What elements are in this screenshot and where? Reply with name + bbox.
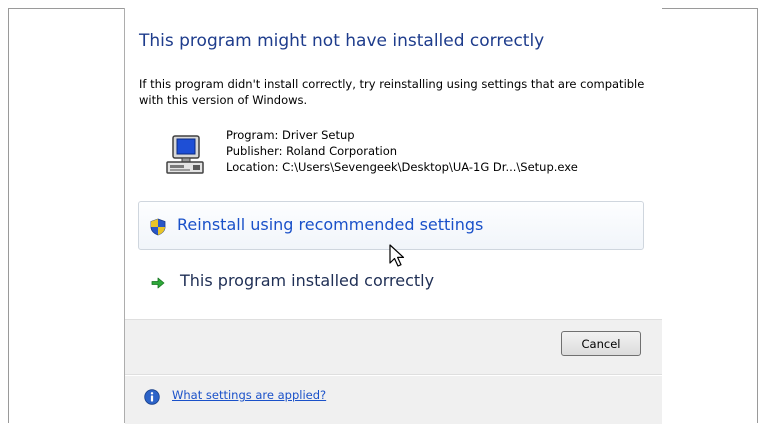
reinstall-command-label: Reinstall using recommended settings [177,215,484,234]
green-arrow-icon [151,277,165,289]
what-settings-applied-link[interactable]: What settings are applied? [172,388,326,402]
help-footer: What settings are applied? [125,375,662,424]
computer-setup-icon [166,135,204,174]
reinstall-command-link[interactable]: Reinstall using recommended settings [138,201,644,250]
cancel-button[interactable]: Cancel [561,331,641,356]
info-icon [144,389,160,405]
program-details: Program: Driver Setup Publisher: Roland … [226,127,578,175]
installed-correctly-command-link[interactable]: This program installed correctly [138,265,644,305]
dialog-title: This program might not have installed co… [139,31,545,51]
compatibility-assistant-dialog: This program might not have installed co… [124,8,662,424]
dialog-description: If this program didn't install correctly… [139,77,645,107]
installed-correctly-label: This program installed correctly [180,271,435,290]
program-publisher: Publisher: Roland Corporation [226,144,398,158]
program-location: Location: C:\Users\Sevengeek\Desktop\UA-… [226,160,578,174]
uac-shield-icon [150,218,166,236]
button-bar: Cancel [125,319,662,375]
program-name: Program: Driver Setup [226,128,355,142]
